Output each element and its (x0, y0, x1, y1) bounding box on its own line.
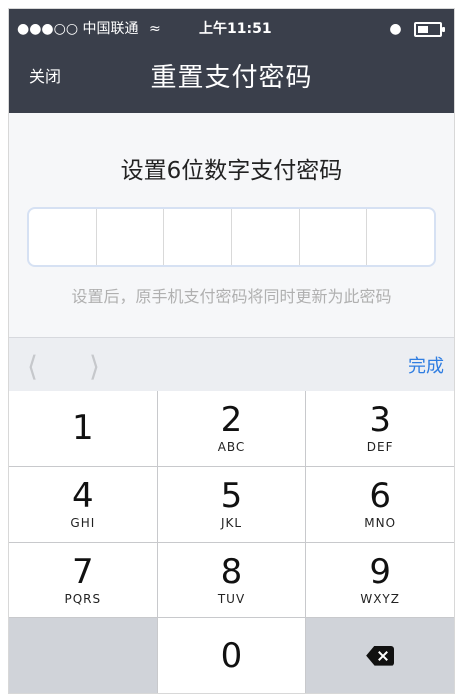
key-5[interactable]: 5 JKL (157, 466, 306, 542)
carrier-text: ●●●○○ 中国联通 (17, 21, 139, 37)
key-9[interactable]: 9 WXYZ (306, 542, 454, 618)
pin-heading: 设置6位数字支付密码 (120, 158, 343, 184)
numeric-keypad: 1 2 ABC 3 DEF 4 GHI 5 JKL 6 MNO 7 PQRS 8… (9, 391, 454, 693)
pin-digit-1 (29, 209, 96, 265)
key-1[interactable]: 1 (9, 391, 157, 466)
pin-digit-5 (298, 209, 367, 265)
key-6[interactable]: 6 MNO (306, 466, 454, 542)
key-7[interactable]: 7 PQRS (9, 542, 157, 618)
backspace-icon (366, 645, 395, 666)
pin-digit-4 (231, 209, 299, 265)
status-right: ● (389, 9, 445, 49)
pin-hint: 设置后，原手机支付密码将同时更新为此密码 (71, 287, 392, 306)
phone-screen: ●●●○○ 中国联通 ≈ 上午11:51 ● 关闭 重置支付密码 设置6位数字支… (8, 8, 455, 694)
orientation-lock-icon: ● (389, 21, 402, 37)
battery-icon (414, 21, 445, 37)
chevron-right-icon[interactable]: ⟩ (89, 350, 100, 383)
pin-digit-2 (95, 209, 164, 265)
done-button[interactable]: 完成 (408, 352, 444, 378)
key-2[interactable]: 2 ABC (157, 391, 306, 466)
wifi-icon: ≈ (149, 21, 161, 37)
pin-input[interactable] (27, 207, 436, 267)
chevron-left-icon[interactable]: ⟨ (27, 350, 38, 383)
pin-digit-3 (163, 209, 231, 265)
pin-setup-panel: 设置6位数字支付密码 设置后，原手机支付密码将同时更新为此密码 (9, 113, 454, 337)
page-title: 重置支付密码 (150, 63, 313, 93)
top-bar: ●●●○○ 中国联通 ≈ 上午11:51 ● 关闭 重置支付密码 (9, 9, 454, 113)
key-4[interactable]: 4 GHI (9, 466, 157, 542)
key-3[interactable]: 3 DEF (306, 391, 454, 466)
key-empty (9, 618, 157, 693)
status-bar: ●●●○○ 中国联通 ≈ 上午11:51 ● (9, 9, 454, 49)
key-0[interactable]: 0 (157, 618, 306, 693)
key-8[interactable]: 8 TUV (157, 542, 306, 618)
keyboard-toolbar: ⟨ ⟩ 完成 (9, 337, 454, 393)
pin-digit-6 (366, 209, 434, 265)
backspace-button[interactable] (306, 618, 454, 693)
status-time: 上午11:51 (199, 21, 272, 37)
